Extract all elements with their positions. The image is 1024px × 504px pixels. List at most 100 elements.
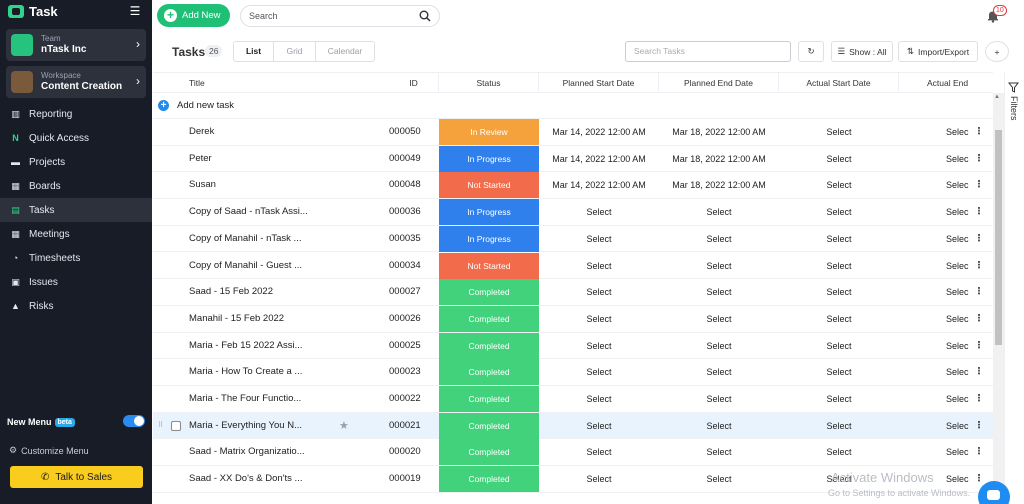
actual-end-cell[interactable]: Selec — [899, 306, 969, 332]
table-row[interactable]: Maria - How To Create a ... 000023 Complet… — [153, 359, 993, 386]
planned-end-cell[interactable]: Mar 18, 2022 12:00 AM — [659, 146, 779, 172]
actual-end-cell[interactable]: Selec — [899, 279, 969, 305]
sidebar-item-timesheets[interactable]: ◔ Timesheets — [0, 246, 152, 270]
actual-start-cell[interactable]: Select — [779, 333, 899, 359]
status-badge[interactable]: Not Started — [439, 172, 539, 199]
planned-start-cell[interactable]: Select — [539, 359, 659, 385]
actual-end-cell[interactable]: Selec — [899, 386, 969, 412]
table-row[interactable]: Maria - The Four Functio... 000022 Complet… — [153, 386, 993, 413]
task-title-cell[interactable]: Derek — [189, 119, 309, 145]
status-badge[interactable]: Completed — [439, 279, 539, 306]
sidebar-item-quick-access[interactable]: N Quick Access — [0, 126, 152, 150]
table-row[interactable]: ⠿ ★ Maria - Everything You N... 000021 Compl… — [153, 412, 993, 440]
app-logo[interactable]: Task — [8, 4, 58, 19]
row-checkbox[interactable] — [171, 420, 181, 431]
more-vertical-icon[interactable]: ⋮ — [973, 226, 985, 252]
search-icon[interactable] — [419, 10, 431, 22]
refresh-button[interactable]: ↻ — [798, 41, 824, 62]
filters-label[interactable]: Filters — [1009, 96, 1019, 121]
column-header-actual-end[interactable]: Actual End — [899, 73, 993, 93]
search-tasks-input[interactable] — [634, 46, 784, 56]
status-badge[interactable]: Completed — [439, 386, 539, 412]
table-row[interactable]: Peter 000049 In Progress Mar 14, 2022 12:00… — [153, 145, 993, 173]
planned-start-cell[interactable]: Select — [539, 306, 659, 332]
actual-end-cell[interactable]: Selec — [899, 199, 969, 225]
planned-end-cell[interactable]: Select — [659, 359, 779, 385]
planned-end-cell[interactable]: Select — [659, 279, 779, 305]
table-row[interactable]: Derek 000050 In Review Mar 14, 2022 12:00 A… — [153, 119, 993, 146]
planned-start-cell[interactable]: Select — [539, 226, 659, 252]
planned-start-cell[interactable]: Select — [539, 466, 659, 492]
show-filter-button[interactable]: ☰ Show : All — [831, 41, 893, 62]
more-vertical-icon[interactable]: ⋮ — [973, 359, 985, 385]
planned-end-cell[interactable]: Select — [659, 386, 779, 412]
funnel-icon[interactable] — [1008, 82, 1019, 93]
more-vertical-icon[interactable]: ⋮ — [973, 439, 985, 465]
table-row[interactable]: Saad - Matrix Organizatio... 000020 Comple… — [153, 439, 993, 467]
actual-end-cell[interactable]: Selec — [899, 333, 969, 359]
table-row[interactable]: Susan 000048 Not Started Mar 14, 2022 12:00… — [153, 172, 993, 200]
task-title-cell[interactable]: Maria - The Four Functio... — [189, 386, 309, 412]
planned-end-cell[interactable]: Select — [659, 413, 779, 439]
planned-start-cell[interactable]: Mar 14, 2022 12:00 AM — [539, 119, 659, 145]
planned-start-cell[interactable]: Select — [539, 386, 659, 412]
table-row[interactable]: Maria - Feb 15 2022 Assi... 000025 Complet… — [153, 332, 993, 360]
customize-menu-button[interactable]: ⚙ Customize Menu — [9, 445, 89, 456]
actual-start-cell[interactable]: Select — [779, 172, 899, 198]
sidebar-item-boards[interactable]: ▦ Boards — [0, 174, 152, 198]
planned-end-cell[interactable]: Mar 18, 2022 12:00 AM — [659, 119, 779, 145]
table-row[interactable]: Copy of Saad - nTask Assi... 000036 In Pro… — [153, 199, 993, 226]
scrollbar-thumb[interactable] — [995, 130, 1002, 345]
search-input[interactable] — [249, 11, 409, 21]
column-header-planned-end[interactable]: Planned End Date — [659, 73, 779, 93]
status-badge[interactable]: In Review — [439, 119, 539, 145]
status-badge[interactable]: Completed — [439, 466, 539, 493]
task-title-cell[interactable]: Susan — [189, 172, 309, 198]
workspace-selector[interactable]: Workspace Content Creation › — [6, 66, 146, 98]
actual-end-cell[interactable]: Selec — [899, 359, 969, 385]
planned-end-cell[interactable]: Select — [659, 306, 779, 332]
actual-start-cell[interactable]: Select — [779, 439, 899, 465]
planned-end-cell[interactable]: Select — [659, 226, 779, 252]
status-badge[interactable]: Completed — [439, 305, 539, 332]
more-vertical-icon[interactable]: ⋮ — [973, 119, 985, 145]
actual-end-cell[interactable]: Selec — [899, 439, 969, 465]
more-vertical-icon[interactable]: ⋮ — [973, 279, 985, 305]
actual-start-cell[interactable]: Select — [779, 146, 899, 172]
status-badge[interactable]: In Progress — [439, 145, 539, 172]
sidebar-item-issues[interactable]: ▣ Issues — [0, 270, 152, 294]
search-tasks-field[interactable] — [625, 41, 791, 62]
planned-start-cell[interactable]: Select — [539, 253, 659, 279]
actual-start-cell[interactable]: Select — [779, 306, 899, 332]
task-title-cell[interactable]: Maria - How To Create a ... — [189, 359, 309, 385]
table-row[interactable]: Copy of Manahil - Guest ... 000034 Not Sta… — [153, 252, 993, 280]
sidebar-item-meetings[interactable]: ▦ Meetings — [0, 222, 152, 246]
planned-end-cell[interactable]: Select — [659, 253, 779, 279]
actual-start-cell[interactable]: Select — [779, 279, 899, 305]
sidebar-item-risks[interactable]: ▲ Risks — [0, 294, 152, 318]
actual-start-cell[interactable]: Select — [779, 386, 899, 412]
planned-end-cell[interactable]: Select — [659, 466, 779, 492]
actual-end-cell[interactable]: Selec — [899, 253, 969, 279]
planned-start-cell[interactable]: Select — [539, 439, 659, 465]
table-row[interactable]: Saad - 15 Feb 2022 000027 Completed Select S… — [153, 279, 993, 306]
add-new-task-row[interactable]: + Add new task — [153, 93, 993, 119]
more-vertical-icon[interactable]: ⋮ — [973, 306, 985, 332]
actual-end-cell[interactable]: Selec — [899, 226, 969, 252]
task-title-cell[interactable]: Copy of Manahil - Guest ... — [189, 253, 309, 279]
status-badge[interactable]: Completed — [439, 412, 539, 439]
new-menu-toggle[interactable] — [123, 415, 145, 427]
add-column-button[interactable]: + — [985, 41, 1009, 62]
column-header-id[interactable]: ID — [389, 73, 439, 93]
planned-start-cell[interactable]: Mar 14, 2022 12:00 AM — [539, 172, 659, 198]
drag-handle-icon[interactable]: ⠿ — [158, 422, 166, 430]
task-title-cell[interactable]: Maria - Everything You N... — [189, 413, 309, 439]
actual-start-cell[interactable]: Select — [779, 413, 899, 439]
planned-start-cell[interactable]: Mar 14, 2022 12:00 AM — [539, 146, 659, 172]
sidebar-item-projects[interactable]: ▬ Projects — [0, 150, 152, 174]
more-vertical-icon[interactable]: ⋮ — [973, 172, 985, 198]
tab-grid[interactable]: Grid — [274, 42, 316, 61]
status-badge[interactable]: In Progress — [439, 199, 539, 226]
more-vertical-icon[interactable]: ⋮ — [973, 386, 985, 412]
planned-end-cell[interactable]: Select — [659, 333, 779, 359]
